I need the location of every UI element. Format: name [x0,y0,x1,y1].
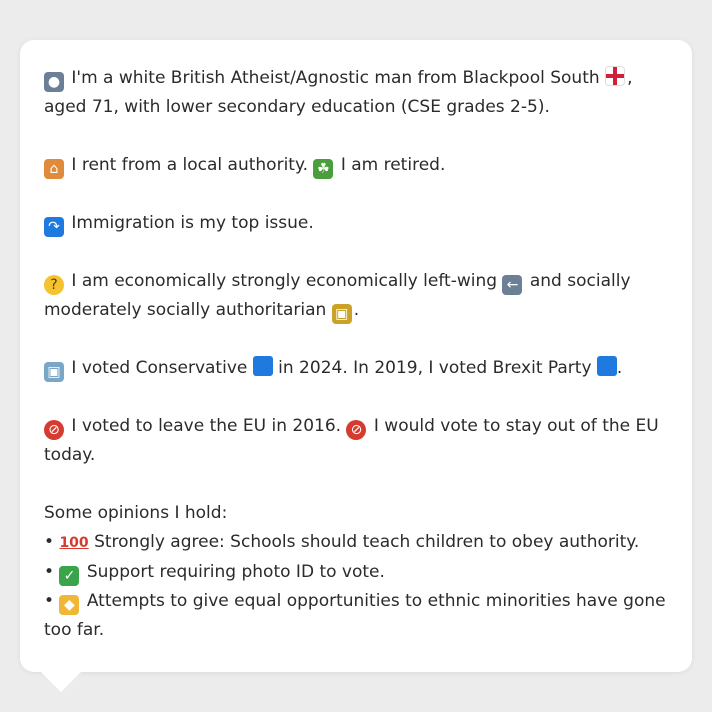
prohibited-icon: ⊘ [346,420,367,440]
ballot-box-icon: ▣ [44,362,64,382]
ideology-text-a: I am economically strongly economically … [71,271,498,291]
vote-end: . [616,358,623,378]
handshake-icon: ◆ [59,595,80,615]
left-arrow-icon: ← [502,275,523,295]
vote-text-a: I voted Conservative [71,358,248,378]
palm-tree-icon: ☘ [313,159,334,179]
england-flag-icon [605,66,626,86]
top-issue-text: Immigration is my top issue. [71,213,314,233]
conservative-square-icon [252,356,273,376]
immigration-icon: ↷ [44,217,64,237]
speech-bubble-tail [40,671,82,692]
top-issue-paragraph: ↷ Immigration is my top issue. [44,209,670,238]
opinions-list: • 100 Strongly agree: Schools should tea… [44,528,670,645]
eu-text-a: I voted to leave the EU in 2016. [71,416,342,436]
identity-text-a: I'm a white British Atheist/Agnostic man… [71,68,600,88]
brexit-party-square-icon [596,356,617,376]
voting-paragraph: ▣ I voted Conservative in 2024. In 2019,… [44,354,670,383]
hundred-points-icon: 100 [59,535,89,551]
eu-paragraph: ⊘ I voted to leave the EU in 2016. ⊘ I w… [44,412,670,470]
housing-text: I rent from a local authority. [71,155,308,175]
ideology-paragraph: ? I am economically strongly economicall… [44,267,670,325]
person-icon: ● [44,72,64,92]
thinking-face-icon: ? [44,275,64,295]
identity-paragraph: ● I'm a white British Atheist/Agnostic m… [44,64,670,122]
housing-paragraph: ⌂ I rent from a local authority. ☘ I am … [44,151,670,180]
lock-icon: ▣ [331,304,352,324]
prohibited-icon: ⊘ [44,420,64,440]
house-icon: ⌂ [44,159,64,179]
opinions-title: Some opinions I hold: [44,503,228,523]
vote-text-b: in 2024. In 2019, I voted Brexit Party [278,358,592,378]
list-item: • ◆ Attempts to give equal opportunities… [44,591,666,640]
work-text: I am retired. [340,155,446,175]
opinions-section: Some opinions I hold: • 100 Strongly agr… [44,499,670,645]
ideology-end: . [353,300,360,320]
check-mark-icon: ✓ [59,566,80,586]
list-item: • ✓ Support requiring photo ID to vote. [44,562,385,586]
list-item: • 100 Strongly agree: Schools should tea… [44,532,640,552]
profile-card: ● I'm a white British Atheist/Agnostic m… [20,40,692,672]
